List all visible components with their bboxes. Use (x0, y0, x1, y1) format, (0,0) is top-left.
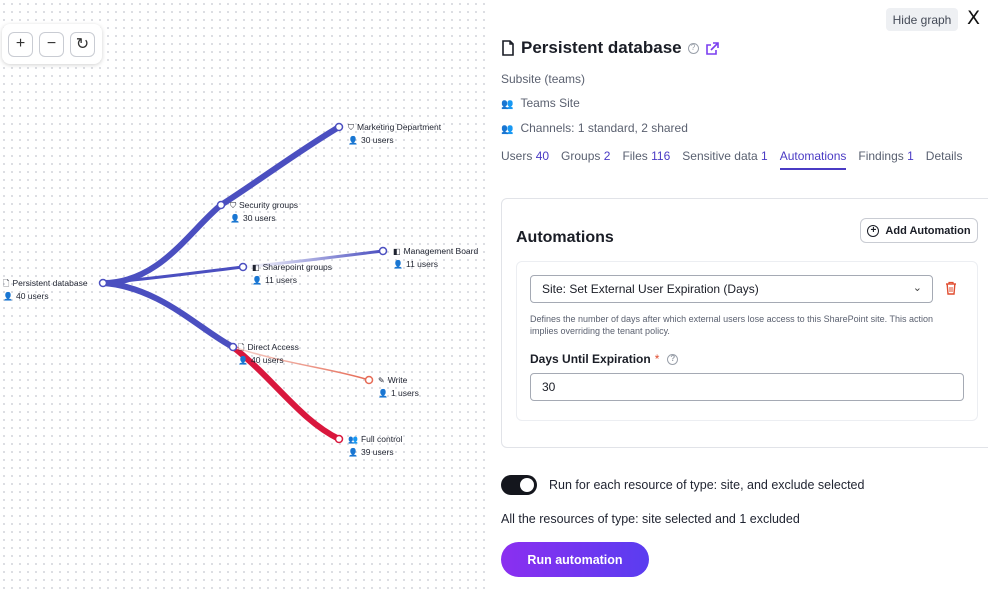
selection-summary: All the resources of type: site selected… (501, 512, 800, 526)
node-dot-marketing (334, 122, 344, 132)
add-automation-button[interactable]: + Add Automation (860, 218, 978, 243)
tab-sensitive-data[interactable]: Sensitive data 1 (682, 149, 767, 170)
sharepoint-icon: ◧ (393, 247, 401, 256)
days-input[interactable] (530, 373, 964, 401)
page-header: Persistent database ? (501, 38, 720, 58)
tab-groups[interactable]: Groups 2 (561, 149, 610, 170)
edge-root-sharepoint (101, 265, 245, 285)
file-icon: 🗋 (238, 343, 245, 352)
plus-circle-icon: + (867, 224, 880, 237)
user-icon: 👤 (230, 214, 240, 223)
users-icon: 👥 (348, 435, 358, 444)
exclude-selected-toggle[interactable] (501, 475, 537, 495)
node-write[interactable]: ✎ Write 👤 1 users (378, 374, 419, 400)
required-mark: * (654, 352, 660, 366)
shield-icon: ⛉ (348, 123, 354, 132)
tab-files[interactable]: Files 116 (622, 149, 670, 170)
trash-icon[interactable] (945, 281, 957, 295)
node-dot-root (98, 278, 108, 288)
edge-security-marketing (218, 124, 342, 208)
node-root[interactable]: 🗋 Persistent database 👤 40 users (3, 277, 88, 303)
toggle-label: Run for each resource of type: site, and… (549, 478, 865, 492)
user-icon: 👤 (378, 389, 388, 398)
automation-type-select[interactable]: Site: Set External User Expiration (Days… (530, 275, 933, 303)
file-icon (502, 40, 514, 56)
file-icon: 🗋 (3, 279, 10, 288)
edge-root-direct (100, 280, 236, 350)
tab-findings[interactable]: Findings 1 (858, 149, 913, 170)
node-dot-full (334, 434, 344, 444)
node-management[interactable]: ◧ Management Board 👤 11 users (393, 245, 478, 271)
help-icon[interactable]: ? (667, 353, 679, 365)
edit-icon: ✎ (378, 376, 385, 385)
node-security[interactable]: ⛉ Security groups 👤 30 users (230, 199, 298, 225)
node-dot-sharepoint (238, 262, 248, 272)
tab-users[interactable]: Users 40 (501, 149, 549, 170)
chevron-down-icon: ⌄ (912, 282, 922, 294)
node-full-control[interactable]: 👥 Full control 👤 39 users (348, 433, 403, 459)
node-dot-management (378, 246, 388, 256)
tab-automations[interactable]: Automations (779, 149, 847, 170)
node-marketing[interactable]: ⛉ Marketing Department 👤 30 users (348, 121, 441, 147)
channels-row: 👥 Channels: 1 standard, 2 shared (501, 121, 688, 135)
tab-details[interactable]: Details (926, 149, 963, 170)
close-icon[interactable]: X (967, 7, 980, 29)
user-icon: 👤 (348, 136, 358, 145)
user-icon: 👤 (393, 260, 403, 269)
user-icon: 👤 (252, 276, 262, 285)
external-link-icon[interactable] (705, 41, 720, 56)
access-graph[interactable]: + − ↻ 🗋 Persistent database 👤 40 users ⛉… (0, 0, 490, 591)
hide-graph-button[interactable]: Hide graph (886, 8, 958, 31)
user-icon: 👤 (348, 448, 358, 457)
node-dot-security (216, 200, 226, 210)
automations-card: Automations + Add Automation Site: Set E… (501, 198, 988, 448)
user-icon: 👤 (3, 292, 13, 301)
resource-type: Subsite (teams) (501, 72, 586, 86)
toggle-knob (520, 478, 534, 492)
automation-description: Defines the number of days after which e… (530, 314, 934, 336)
automations-title: Automations (516, 229, 614, 246)
shield-icon: ⛉ (230, 201, 236, 210)
help-icon[interactable]: ? (687, 42, 699, 54)
tab-bar: Users 40 Groups 2 Files 116 Sensitive da… (501, 149, 974, 170)
node-dot-direct (228, 342, 238, 352)
channels-icon: 👥 (501, 124, 514, 135)
site-row: 👥 Teams Site (501, 96, 580, 110)
node-sharepoint[interactable]: ◧ Sharepoint groups 👤 11 users (252, 261, 332, 287)
teams-icon: 👥 (501, 99, 514, 110)
run-automation-button[interactable]: Run automation (501, 542, 649, 577)
automation-item: Site: Set External User Expiration (Days… (516, 261, 978, 421)
page-title: Persistent database (521, 38, 682, 57)
node-direct-access[interactable]: 🗋 Direct Access 👤 40 users (238, 341, 299, 367)
node-dot-write (364, 375, 374, 385)
days-label: Days Until Expiration * ? (530, 352, 679, 366)
sharepoint-icon: ◧ (252, 263, 260, 272)
user-icon: 👤 (238, 356, 248, 365)
